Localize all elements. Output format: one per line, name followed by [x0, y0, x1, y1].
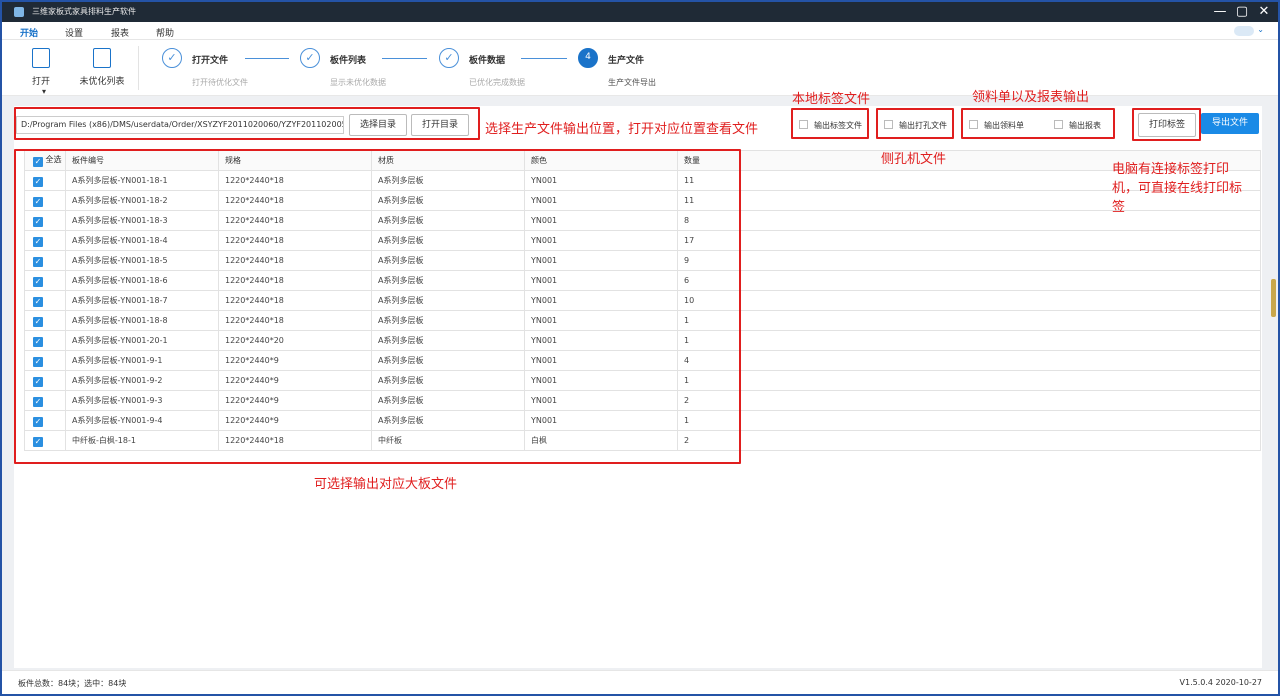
unoptimized-list-button[interactable]: 未优化列表 [76, 48, 128, 87]
open-button[interactable]: 打开 ▾ [28, 48, 54, 97]
label-file-highlight-box [791, 108, 869, 139]
menu-start[interactable]: 开始 [17, 26, 41, 44]
table-highlight-box [14, 149, 741, 464]
step-connector [521, 58, 567, 59]
table-annotation: 可选择输出对应大板文件 [314, 477, 458, 492]
step-name: 板件列表 [330, 56, 367, 66]
step-connector [245, 58, 289, 59]
version-label: V1.5.0.4 2020-10-27 [1179, 678, 1263, 687]
export-file-button[interactable]: 导出文件 [1201, 113, 1259, 134]
user-avatar[interactable] [1234, 26, 1254, 36]
step-name: 打开文件 [192, 56, 229, 66]
close-button[interactable]: ✕ [1254, 3, 1274, 21]
menu-settings[interactable]: 设置 [65, 26, 83, 39]
cell-quantity: 9 [677, 250, 1261, 271]
list-icon [93, 48, 111, 68]
check-icon: ✓ [162, 48, 182, 68]
drill-file-highlight-box [876, 108, 954, 139]
drill-file-annotation: 侧孔机文件 [881, 152, 947, 167]
label-file-annotation: 本地标签文件 [792, 92, 871, 107]
scroll-handle[interactable] [1271, 279, 1276, 317]
menu-report[interactable]: 报表 [111, 26, 129, 39]
printer-annotation-line1: 电脑有连接标签打印 [1112, 162, 1230, 177]
cell-quantity: 4 [677, 350, 1261, 371]
unoptimized-label: 未优化列表 [79, 77, 125, 87]
step-desc: 生产文件导出 [608, 78, 656, 87]
print-label-highlight-box [1132, 108, 1201, 141]
window-title: 三维家板式家具排料生产软件 [32, 7, 136, 16]
check-icon: ✓ [439, 48, 459, 68]
cell-quantity: 17 [677, 230, 1261, 251]
minimize-button[interactable]: — [1210, 3, 1230, 21]
step-desc: 已优化完成数据 [469, 78, 525, 87]
step-name: 板件数据 [469, 56, 506, 66]
step-desc: 打开待优化文件 [192, 78, 248, 87]
cell-quantity: 6 [677, 270, 1261, 291]
path-annotation: 选择生产文件输出位置，打开对应位置查看文件 [485, 122, 759, 137]
cell-quantity: 1 [677, 310, 1261, 331]
step-number-badge: 4 [578, 48, 598, 68]
restore-button[interactable]: ▢ [1232, 3, 1252, 21]
menu-bar: 开始 设置 报表 帮助 ⌄ [2, 22, 1278, 44]
chevron-down-icon[interactable]: ⌄ [1257, 25, 1264, 34]
report-annotation: 领料单以及报表输出 [972, 90, 1090, 105]
path-highlight-box [14, 107, 480, 140]
cell-quantity: 1 [677, 370, 1261, 391]
check-icon: ✓ [300, 48, 320, 68]
open-label: 打开 [31, 77, 50, 87]
cell-quantity: 8 [677, 210, 1261, 231]
report-highlight-box [961, 108, 1115, 139]
app-logo-icon [14, 7, 24, 17]
step-connector [382, 58, 427, 59]
cell-quantity: 10 [677, 290, 1261, 311]
cell-quantity: 2 [677, 430, 1261, 451]
title-bar: 三维家板式家具排料生产软件 — ▢ ✕ [2, 2, 1278, 22]
step-desc: 显示未优化数据 [330, 78, 386, 87]
folder-icon [32, 48, 50, 68]
step-name: 生产文件 [608, 56, 645, 66]
parts-count: 板件总数：84块；选中：84块 [18, 679, 127, 688]
printer-annotation-line2: 机，可直接在线打印标 [1112, 181, 1243, 196]
cell-quantity: 1 [677, 330, 1261, 351]
printer-annotation-line3: 签 [1112, 200, 1126, 215]
cell-quantity: 1 [677, 410, 1261, 431]
toolbar-divider [138, 46, 139, 90]
cell-quantity: 2 [677, 390, 1261, 411]
menu-help[interactable]: 帮助 [156, 26, 174, 39]
caret-down-icon: ▾ [41, 87, 46, 96]
status-bar: 板件总数：84块；选中：84块 V1.5.0.4 2020-10-27 [2, 670, 1278, 694]
